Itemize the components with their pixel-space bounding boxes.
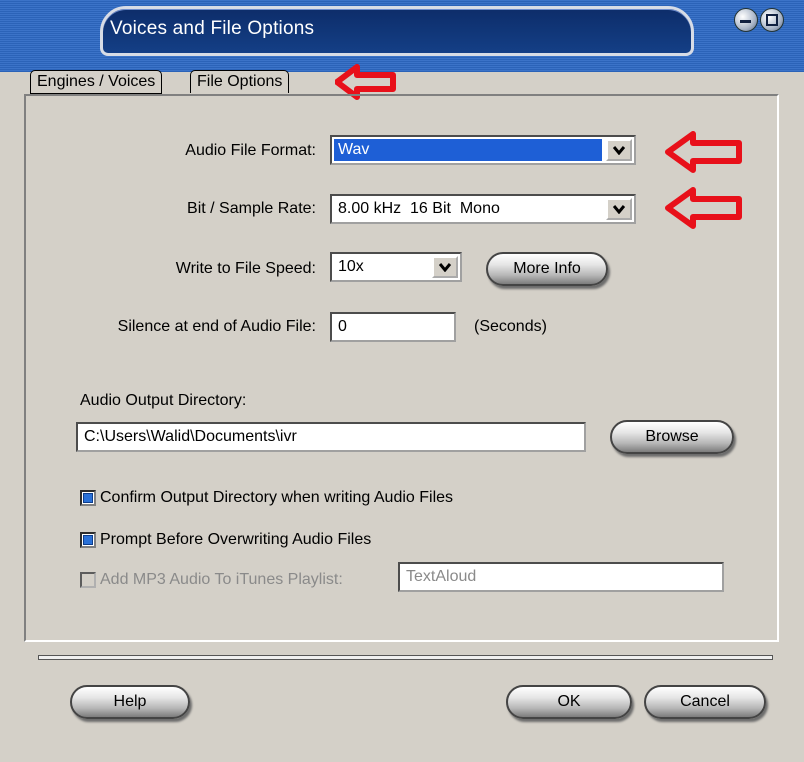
itunes-playlist-value: TextAloud — [406, 568, 477, 585]
silence-label: Silence at end of Audio File: — [117, 318, 316, 335]
output-directory-value: C:\Users\Walid\Documents\ivr — [84, 428, 297, 445]
audio-format-label: Audio File Format: — [185, 142, 316, 159]
file-options-panel — [24, 94, 779, 642]
divider — [38, 655, 773, 660]
minimize-icon — [740, 14, 751, 23]
audio-format-value: Wav — [338, 141, 370, 158]
annotation-arrow-icon — [665, 131, 742, 173]
window-title: Voices and File Options — [110, 18, 315, 39]
itunes-playlist-input[interactable]: TextAloud — [398, 562, 724, 592]
annotation-arrow-icon — [665, 187, 742, 229]
silence-value: 0 — [338, 318, 347, 335]
chevron-down-icon — [613, 146, 625, 155]
bit-rate-dropdown-button[interactable] — [606, 198, 632, 220]
help-button[interactable]: Help — [70, 685, 190, 719]
cancel-button[interactable]: Cancel — [644, 685, 766, 719]
more-info-button[interactable]: More Info — [486, 252, 608, 286]
maximize-button[interactable] — [760, 8, 784, 32]
title-bar[interactable]: Voices and File Options — [0, 0, 804, 72]
speed-value: 10x — [338, 258, 364, 275]
itunes-label: Add MP3 Audio To iTunes Playlist: — [100, 571, 343, 588]
selection-highlight — [334, 139, 602, 161]
prompt-overwrite-label[interactable]: Prompt Before Overwriting Audio Files — [100, 531, 371, 549]
output-directory-label: Audio Output Directory: — [80, 392, 247, 409]
bit-rate-value: 8.00 kHz 16 Bit Mono — [338, 200, 500, 217]
confirm-directory-checkbox[interactable] — [80, 490, 96, 506]
minimize-button[interactable] — [734, 8, 758, 32]
silence-unit-label: (Seconds) — [474, 318, 547, 335]
bit-rate-select[interactable]: 8.00 kHz 16 Bit Mono — [330, 194, 636, 224]
tab-engines-voices[interactable]: Engines / Voices — [30, 70, 163, 94]
audio-format-select[interactable]: Wav — [330, 135, 636, 165]
itunes-checkbox[interactable] — [80, 572, 96, 588]
chevron-down-icon — [613, 205, 625, 214]
options-window: Voices and File Options Engines / Voices… — [0, 0, 804, 762]
silence-input[interactable]: 0 — [330, 312, 456, 342]
audio-format-dropdown-button[interactable] — [606, 139, 632, 161]
chevron-down-icon — [439, 263, 451, 272]
ok-button[interactable]: OK — [506, 685, 632, 719]
speed-dropdown-button[interactable] — [432, 256, 458, 278]
speed-select[interactable]: 10x — [330, 252, 462, 282]
bit-rate-label: Bit / Sample Rate: — [187, 200, 316, 217]
maximize-icon — [766, 14, 778, 26]
tab-file-options[interactable]: File Options — [190, 70, 290, 93]
browse-button[interactable]: Browse — [610, 420, 734, 454]
confirm-directory-label[interactable]: Confirm Output Directory when writing Au… — [100, 489, 453, 507]
output-directory-input[interactable]: C:\Users\Walid\Documents\ivr — [76, 422, 586, 452]
prompt-overwrite-checkbox[interactable] — [80, 532, 96, 548]
speed-label: Write to File Speed: — [175, 260, 316, 277]
